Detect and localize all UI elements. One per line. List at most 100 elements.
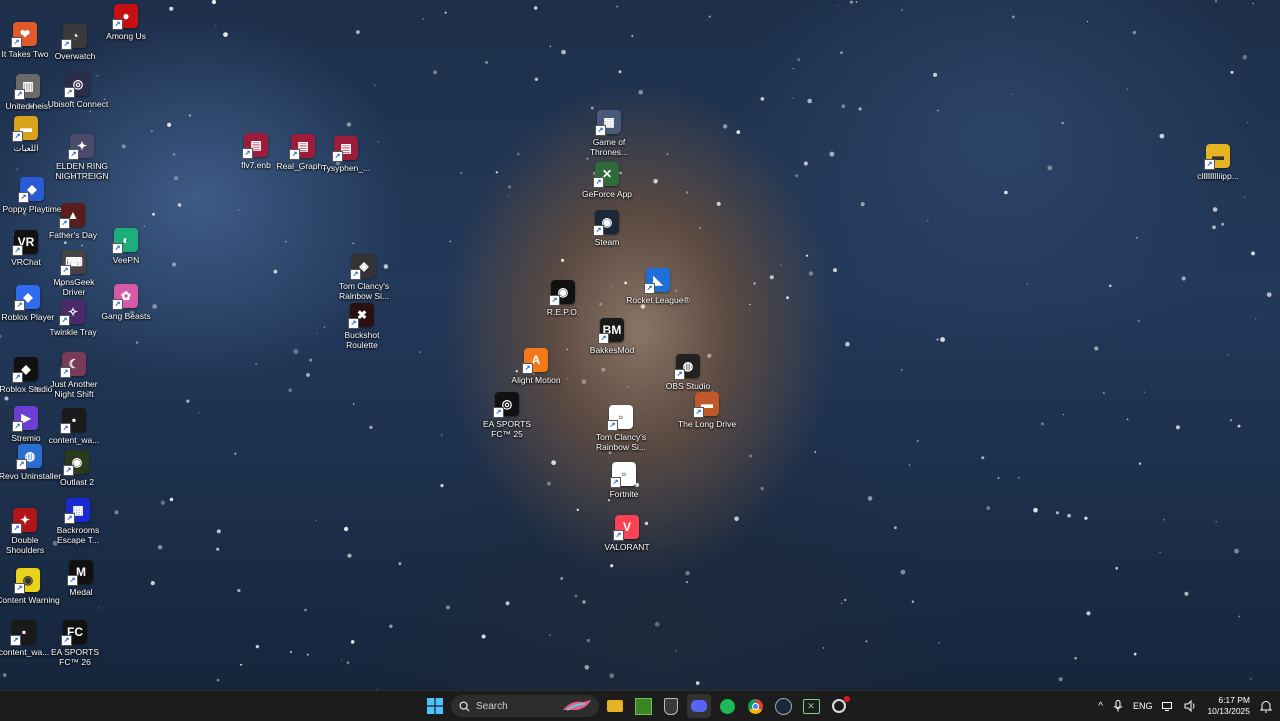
- shortcut-arrow-icon: ↗: [1204, 159, 1215, 170]
- taskbar-app-spotify[interactable]: [715, 694, 739, 718]
- desktop-icon-obs-studio[interactable]: ◍ ↗ OBS Studio: [655, 354, 721, 391]
- desktop-icon-ea-sports-fc-26[interactable]: FC ↗ EA SPORTS FC™ 26: [42, 620, 108, 667]
- desktop-icon-repo[interactable]: ◉ ↗ R.E.P.O.: [530, 280, 596, 317]
- twinkle-tray-icon: ✧ ↗: [59, 300, 85, 326]
- overwatch-icon: ◔ ↗: [61, 24, 87, 50]
- shortcut-arrow-icon: ↗: [63, 465, 74, 476]
- shortcut-arrow-icon: ↗: [14, 300, 25, 311]
- shortcut-arrow-icon: ↗: [112, 19, 123, 30]
- shortcut-arrow-icon: ↗: [18, 192, 29, 203]
- taskbar-app-xbox[interactable]: ✕: [799, 694, 823, 718]
- shortcut-arrow-icon: ↗: [493, 407, 504, 418]
- shortcut-arrow-icon: ↗: [11, 37, 22, 48]
- desktop-icon-content-warning-video-1[interactable]: ▪ ↗ content_wa...: [41, 408, 107, 445]
- desktop-icon-medal[interactable]: M ↗ Medal: [48, 560, 114, 597]
- desktop-icon-outlast-2[interactable]: ◉ ↗ Outlast 2: [44, 450, 110, 487]
- taskbar-app-file-explorer[interactable]: [603, 694, 627, 718]
- roblox-icon: ◆ ↗: [14, 285, 40, 311]
- chevron-up-icon[interactable]: ^: [1098, 701, 1103, 712]
- file-explorer-icon: [607, 700, 623, 712]
- roblox-studio-icon: ◆ ↗: [12, 357, 38, 383]
- shortcut-arrow-icon: ↗: [112, 299, 123, 310]
- among-us-icon: ● ↗: [112, 4, 138, 30]
- notification-bell-icon[interactable]: [1260, 700, 1272, 713]
- desktop-icon-steam[interactable]: ◉ ↗ Steam: [574, 210, 640, 247]
- microphone-icon[interactable]: [1113, 700, 1123, 712]
- desktop-icon-just-another-night-shift[interactable]: ☾ ↗ Just Another Night Shift: [41, 352, 107, 399]
- network-icon[interactable]: [1162, 700, 1174, 712]
- shortcut-arrow-icon: ↗: [350, 269, 361, 280]
- desktop-icon-the-long-drive[interactable]: ▬ ↗ The Long Drive: [674, 392, 740, 429]
- volume-icon[interactable]: [1184, 700, 1197, 712]
- shortcut-arrow-icon: ↗: [522, 363, 533, 374]
- shortcut-arrow-icon: ↗: [60, 265, 71, 276]
- desktop-icon-ubisoft-connect[interactable]: ◎ ↗ Ubisoft Connect: [45, 72, 111, 109]
- elden-ring-icon: ✦ ↗: [68, 134, 94, 160]
- outlast-icon: ◉ ↗: [63, 450, 89, 476]
- shortcut-arrow-icon: ↗: [12, 421, 23, 432]
- shortcut-arrow-icon: ↗: [674, 369, 685, 380]
- desktop-icon-among-us[interactable]: ● ↗ Among Us: [93, 4, 159, 41]
- desktop-icon-valorant[interactable]: V ↗ VALORANT: [594, 515, 660, 552]
- double-shoulders-icon: ✦ ↗: [11, 508, 37, 534]
- system-tray: ^ ENG 6:17 PM 10/13/2025: [1098, 691, 1272, 721]
- veepn-icon: ◐ ↗: [112, 228, 138, 254]
- fathers-day-icon: ▲ ↗: [59, 203, 85, 229]
- taskbar: Search ✕ ^ ENG 6:17 PM 10/13/2025: [0, 690, 1280, 721]
- vrchat-icon: VR ↗: [12, 230, 38, 256]
- shortcut-arrow-icon: ↗: [14, 89, 25, 100]
- repo-icon: ◉ ↗: [549, 280, 575, 306]
- taskbar-app-steam[interactable]: [771, 694, 795, 718]
- desktop-icon-bakkesmod[interactable]: BM ↗ BakkesMod: [579, 318, 645, 355]
- start-button[interactable]: [423, 694, 447, 718]
- taskbar-app-medal[interactable]: [827, 694, 851, 718]
- shortcut-arrow-icon: ↗: [67, 575, 78, 586]
- taskbar-app-minecraft[interactable]: [631, 694, 655, 718]
- chrome-icon: [747, 698, 763, 714]
- language-indicator[interactable]: ENG: [1133, 701, 1153, 711]
- steam-icon: [774, 697, 792, 715]
- shortcut-arrow-icon: ↗: [242, 148, 253, 159]
- night-shift-icon: ☾ ↗: [60, 352, 86, 378]
- taskbar-app-epic-games[interactable]: [659, 694, 683, 718]
- search-highlight-icon: [563, 700, 591, 711]
- taskbar-app-discord[interactable]: [687, 694, 711, 718]
- taskbar-search[interactable]: Search: [451, 695, 599, 717]
- desktop-icon-rocket-league[interactable]: ◣ ↗ Rocket League®: [625, 268, 691, 305]
- desktop-icon-buckshot-roulette[interactable]: ✖ ↗ Buckshot Roulette: [329, 303, 395, 350]
- desktop-icon-geforce-app[interactable]: ✕ ↗ GeForce App: [574, 162, 640, 199]
- game-of-thrones-icon: ▦ ↗: [595, 110, 621, 136]
- obs-icon: ◍ ↗: [674, 354, 700, 380]
- shortcut-arrow-icon: ↗: [289, 149, 300, 160]
- ubisoft-connect-icon: ◎ ↗: [64, 72, 90, 98]
- taskbar-app-chrome[interactable]: [743, 694, 767, 718]
- video-file-icon: ▪ ↗: [60, 408, 86, 434]
- desktop-icon-folder-clip[interactable]: ▬ ↗ cllllllllliipp...: [1185, 144, 1251, 181]
- shortcut-arrow-icon: ↗: [332, 151, 343, 162]
- folder-icon: ▬ ↗: [12, 116, 38, 142]
- desktop-icon-ea-sports-fc-25[interactable]: ◎ ↗ EA SPORTS FC™ 25: [474, 392, 540, 439]
- desktop-icon-rainbow-six-2[interactable]: ▫ ↗ Tom Clancy's Rainbow Si...: [588, 405, 654, 452]
- united-heist-icon: ▥ ↗: [14, 74, 40, 100]
- shortcut-arrow-icon: ↗: [10, 635, 21, 646]
- desktop-icon-gang-beasts[interactable]: ✿ ↗ Gang Beasts: [93, 284, 159, 321]
- shortcut-arrow-icon: ↗: [613, 530, 624, 541]
- desktop-icon-fortnite[interactable]: ▫ ↗ Fortnite: [591, 462, 657, 499]
- minecraft-icon: [634, 697, 652, 715]
- discord-icon: [691, 700, 707, 712]
- desktop-icon-backrooms-escape[interactable]: ▦ ↗ Backrooms Escape T...: [45, 498, 111, 545]
- desktop-icon-game-of-thrones[interactable]: ▦ ↗ Game of Thrones...: [576, 110, 642, 157]
- desktop-icon-alight-motion[interactable]: A ↗ Alight Motion: [503, 348, 569, 385]
- desktop-icon-elden-ring[interactable]: ✦ ↗ ELDEN RING NIGHTREIGN: [49, 134, 115, 181]
- desktop-icon-rainbow-six-1[interactable]: ◈ ↗ Tom Clancy's Rainbow Si...: [331, 254, 397, 301]
- clock[interactable]: 6:17 PM 10/13/2025: [1207, 695, 1250, 717]
- shortcut-arrow-icon: ↗: [11, 523, 22, 534]
- desktop-icon-tysyphen[interactable]: ▤ ↗ Tysyphen_...: [313, 136, 379, 173]
- spotify-icon: [719, 698, 735, 714]
- search-icon: [459, 700, 470, 712]
- content-warning-icon: ◉ ↗: [14, 568, 40, 594]
- geforce-icon: ✕ ↗: [593, 162, 619, 188]
- poppy-playtime-icon: ◆ ↗: [18, 177, 44, 203]
- shortcut-arrow-icon: ↗: [59, 218, 70, 229]
- archive-icon: ▤ ↗: [332, 136, 358, 162]
